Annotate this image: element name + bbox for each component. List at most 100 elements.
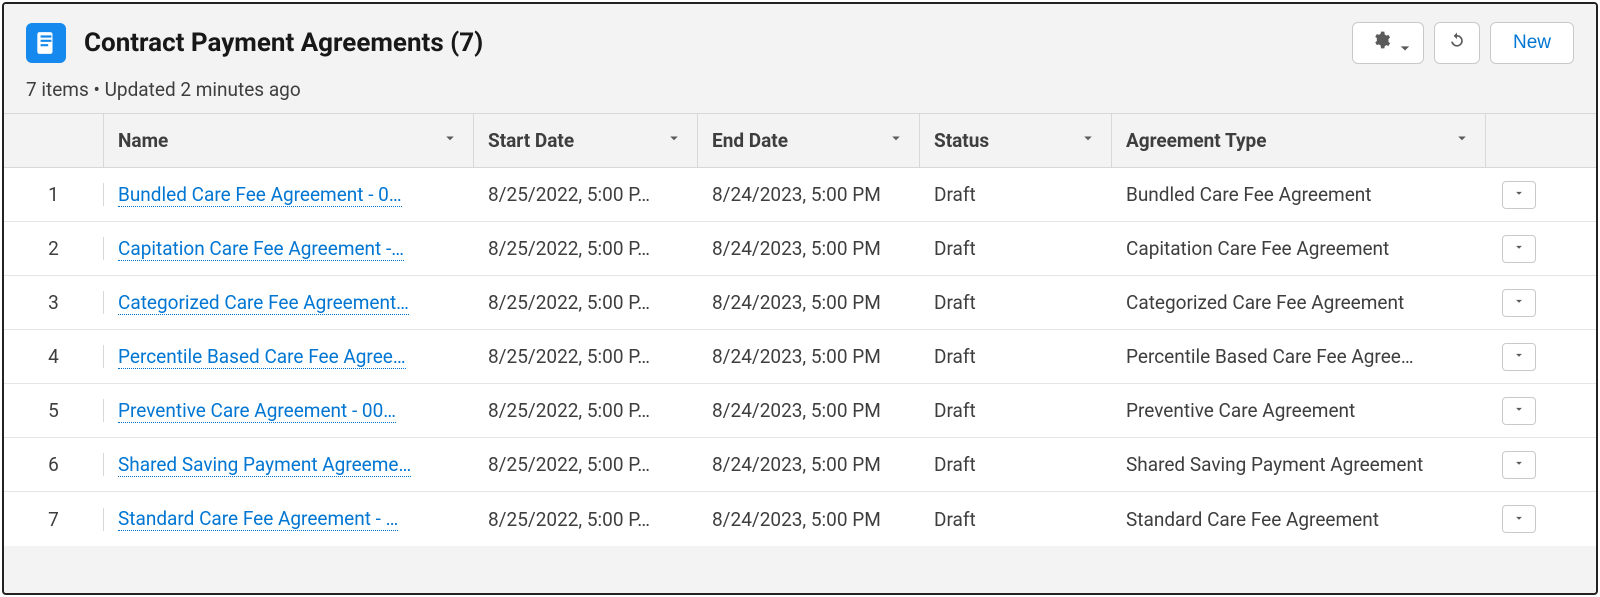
chevron-down-icon	[1395, 38, 1405, 48]
cell-end-date: 8/24/2023, 5:00 PM	[698, 345, 920, 368]
header-top: Contract Payment Agreements (7) New	[26, 22, 1574, 64]
row-action-button[interactable]	[1502, 505, 1536, 533]
col-label: Status	[934, 129, 989, 152]
col-header-status[interactable]: Status	[920, 114, 1112, 167]
cell-name: Bundled Care Fee Agreement - 0…	[104, 183, 474, 207]
cell-name: Preventive Care Agreement - 00…	[104, 399, 474, 423]
new-button[interactable]: New	[1490, 22, 1574, 64]
row-action-button[interactable]	[1502, 289, 1536, 317]
row-number: 5	[4, 399, 104, 422]
cell-status: Draft	[920, 237, 1112, 260]
chevron-down-icon	[1512, 294, 1526, 311]
col-header-name[interactable]: Name	[104, 114, 474, 167]
table-row: 2 Capitation Care Fee Agreement -… 8/25/20…	[4, 222, 1596, 276]
cell-action	[1486, 181, 1552, 209]
row-number: 1	[4, 183, 104, 206]
col-header-action	[1486, 114, 1552, 167]
chevron-down-icon	[887, 129, 905, 152]
col-label: End Date	[712, 129, 788, 152]
row-number: 6	[4, 453, 104, 476]
cell-agreement-type: Percentile Based Care Fee Agree…	[1112, 345, 1486, 368]
table-row: 7 Standard Care Fee Agreement - … 8/25/202…	[4, 492, 1596, 546]
cell-start-date: 8/25/2022, 5:00 P…	[474, 237, 698, 260]
record-link[interactable]: Categorized Care Fee Agreement…	[118, 291, 409, 315]
table-header-row: Name Start Date End Date Status Agreemen…	[4, 114, 1596, 168]
record-link[interactable]: Capitation Care Fee Agreement -…	[118, 237, 404, 261]
cell-agreement-type: Capitation Care Fee Agreement	[1112, 237, 1486, 260]
col-header-start-date[interactable]: Start Date	[474, 114, 698, 167]
data-table: Name Start Date End Date Status Agreemen…	[4, 113, 1596, 546]
cell-name: Capitation Care Fee Agreement -…	[104, 237, 474, 261]
table-body: 1 Bundled Care Fee Agreement - 0… 8/25/202…	[4, 168, 1596, 546]
cell-end-date: 8/24/2023, 5:00 PM	[698, 508, 920, 531]
row-number: 4	[4, 345, 104, 368]
cell-name: Percentile Based Care Fee Agree…	[104, 345, 474, 369]
row-number: 2	[4, 237, 104, 260]
cell-agreement-type: Standard Care Fee Agreement	[1112, 508, 1486, 531]
list-settings-button[interactable]	[1352, 22, 1424, 64]
col-label: Name	[118, 129, 168, 152]
chevron-down-icon	[1512, 348, 1526, 365]
cell-agreement-type: Bundled Care Fee Agreement	[1112, 183, 1486, 206]
chevron-down-icon	[1512, 186, 1526, 203]
chevron-down-icon	[441, 129, 459, 152]
col-header-number	[4, 114, 104, 167]
col-label: Start Date	[488, 129, 574, 152]
cell-status: Draft	[920, 508, 1112, 531]
cell-status: Draft	[920, 183, 1112, 206]
row-action-button[interactable]	[1502, 397, 1536, 425]
table-row: 6 Shared Saving Payment Agreeme… 8/25/2022…	[4, 438, 1596, 492]
cell-status: Draft	[920, 291, 1112, 314]
cell-start-date: 8/25/2022, 5:00 P…	[474, 291, 698, 314]
record-link[interactable]: Standard Care Fee Agreement - …	[118, 507, 398, 531]
row-number: 3	[4, 291, 104, 314]
cell-start-date: 8/25/2022, 5:00 P…	[474, 345, 698, 368]
cell-start-date: 8/25/2022, 5:00 P…	[474, 453, 698, 476]
record-link[interactable]: Bundled Care Fee Agreement - 0…	[118, 183, 402, 207]
cell-status: Draft	[920, 399, 1112, 422]
chevron-down-icon	[1453, 129, 1471, 152]
chevron-down-icon	[665, 129, 683, 152]
cell-start-date: 8/25/2022, 5:00 P…	[474, 508, 698, 531]
table-row: 1 Bundled Care Fee Agreement - 0… 8/25/202…	[4, 168, 1596, 222]
cell-start-date: 8/25/2022, 5:00 P…	[474, 399, 698, 422]
row-action-button[interactable]	[1502, 343, 1536, 371]
cell-status: Draft	[920, 453, 1112, 476]
record-link[interactable]: Percentile Based Care Fee Agree…	[118, 345, 406, 369]
row-action-button[interactable]	[1502, 181, 1536, 209]
list-subtitle: 7 items • Updated 2 minutes ago	[26, 78, 1574, 101]
gear-icon	[1371, 30, 1391, 56]
chevron-down-icon	[1079, 129, 1097, 152]
chevron-down-icon	[1512, 240, 1526, 257]
row-action-button[interactable]	[1502, 451, 1536, 479]
record-link[interactable]: Preventive Care Agreement - 00…	[118, 399, 396, 423]
list-panel: Contract Payment Agreements (7) New 7 it…	[2, 2, 1598, 595]
cell-start-date: 8/25/2022, 5:00 P…	[474, 183, 698, 206]
cell-end-date: 8/24/2023, 5:00 PM	[698, 291, 920, 314]
record-link[interactable]: Shared Saving Payment Agreeme…	[118, 453, 411, 477]
chevron-down-icon	[1512, 402, 1526, 419]
refresh-button[interactable]	[1434, 22, 1480, 64]
refresh-icon	[1447, 30, 1467, 56]
cell-action	[1486, 505, 1552, 533]
table-row: 4 Percentile Based Care Fee Agree… 8/25/20…	[4, 330, 1596, 384]
row-number: 7	[4, 508, 104, 531]
col-header-end-date[interactable]: End Date	[698, 114, 920, 167]
cell-action	[1486, 343, 1552, 371]
cell-name: Standard Care Fee Agreement - …	[104, 507, 474, 531]
cell-end-date: 8/24/2023, 5:00 PM	[698, 183, 920, 206]
col-label: Agreement Type	[1126, 129, 1267, 152]
cell-status: Draft	[920, 345, 1112, 368]
chevron-down-icon	[1512, 511, 1526, 528]
row-action-button[interactable]	[1502, 235, 1536, 263]
contract-icon	[26, 23, 66, 63]
cell-action	[1486, 235, 1552, 263]
table-row: 3 Categorized Care Fee Agreement… 8/25/202…	[4, 276, 1596, 330]
table-row: 5 Preventive Care Agreement - 00… 8/25/202…	[4, 384, 1596, 438]
cell-end-date: 8/24/2023, 5:00 PM	[698, 399, 920, 422]
col-header-agreement-type[interactable]: Agreement Type	[1112, 114, 1486, 167]
cell-action	[1486, 289, 1552, 317]
cell-agreement-type: Categorized Care Fee Agreement	[1112, 291, 1486, 314]
cell-end-date: 8/24/2023, 5:00 PM	[698, 453, 920, 476]
cell-agreement-type: Preventive Care Agreement	[1112, 399, 1486, 422]
